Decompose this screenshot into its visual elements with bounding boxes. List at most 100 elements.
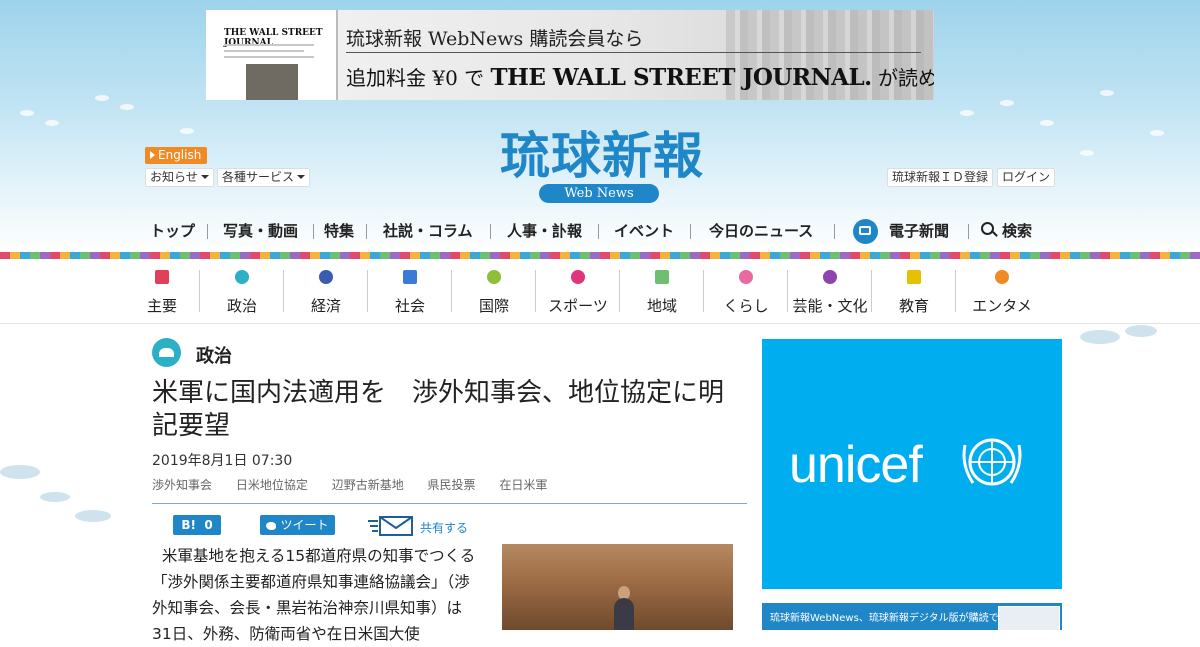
chart-icon [319,270,333,284]
nav-separator [834,224,835,239]
photo-person [614,598,634,630]
nav-event[interactable]: イベント [614,220,674,241]
hatena-icon: B! [181,518,196,532]
nav-top[interactable]: トップ [150,220,195,241]
category-label: くらし [723,297,769,315]
mail-icon[interactable] [368,516,414,536]
tweet-button[interactable]: ツイート [260,515,335,535]
wsj-banner-ad[interactable]: THE WALL STREET JOURNAL 琉球新報 WebNews 購読会… [206,10,934,100]
category-label: 教育 [898,297,929,315]
graduation-icon [907,270,921,284]
thumb-line [224,56,314,58]
fish-decoration [1000,100,1014,106]
category-item[interactable]: 政治 [200,262,284,320]
politics-icon [152,338,181,367]
house-icon [739,270,753,284]
device-screenshot [998,606,1060,630]
fish-decoration [1150,130,1164,136]
services-label: 各種サービス [222,170,295,184]
category-label: 政治 [226,297,257,315]
search-icon[interactable] [981,222,994,235]
id-register-button[interactable]: 琉球新報ＩＤ登録 [887,168,994,187]
nav-today-news[interactable]: 今日のニュース [709,220,813,241]
english-label: English [158,148,202,162]
article-divider [152,503,747,504]
unicef-wordmark: unicef [789,436,923,494]
services-dropdown[interactable]: 各種サービス [217,168,311,187]
tag-link[interactable]: 県民投票 [428,478,476,492]
category-item[interactable]: スポーツ [536,262,620,320]
article-body-text: 米軍基地を抱える15都道府県の知事でつくる「渉外関係主要都道府県知事連絡協議会」… [152,547,476,643]
play-icon [150,151,155,159]
tag-link[interactable]: 渉外知事会 [152,478,212,492]
fish-decoration [960,110,974,116]
tablet-icon[interactable] [853,219,878,244]
fish-decoration [45,120,59,126]
ad2-text: 琉球新報WebNews、琉球新報デジタル版が購読できる [770,613,1019,624]
article-headline: 米軍に国内法適用を 渉外知事会、地位協定に明記要望 [152,378,725,441]
wave-decoration [0,465,40,479]
runner-icon [571,270,585,284]
category-item[interactable]: エンタメ [956,262,1048,320]
tag-link[interactable]: 日米地位協定 [236,478,308,492]
category-item[interactable]: 地域 [620,262,704,320]
category-item[interactable]: 芸能・文化 [788,262,872,320]
nav-editorial[interactable]: 社説・コラム [383,220,473,241]
category-navigation: 主要 政治 経済 社会 国際 スポーツ 地域 くらし 芸能・文化 教育 エンタメ [124,262,1054,320]
nav-personnel[interactable]: 人事・訃報 [507,220,582,241]
login-button[interactable]: ログイン [997,168,1056,187]
nav-e-paper[interactable]: 電子新聞 [889,220,949,241]
nav-search[interactable]: 検索 [1002,220,1032,241]
banner-rule [346,52,921,53]
tag-link[interactable]: 在日米軍 [499,478,547,492]
article-body: 米軍基地を抱える15都道府県の知事でつくる「渉外関係主要都道府県知事連絡協議会」… [152,543,477,647]
banner-line2-suffix: が読める [878,66,934,90]
brush-icon [823,270,837,284]
category-item[interactable]: 教育 [872,262,956,320]
category-item[interactable]: くらし [704,262,788,320]
nav-separator [968,224,969,239]
category-label: スポーツ [548,297,608,315]
category-item[interactable]: 主要 [124,262,200,320]
category-item[interactable]: 国際 [452,262,536,320]
nav-separator [598,224,599,239]
fish-decoration [20,110,34,116]
newspaper-thumbnail: THE WALL STREET JOURNAL [206,10,338,100]
english-button[interactable]: English [145,147,207,164]
hatena-bookmark-button[interactable]: B! 0 [173,515,221,535]
parliament-icon [235,270,249,284]
fish-decoration [1080,150,1094,156]
unicef-ad[interactable]: unicef [762,339,1062,589]
fish-decoration [120,104,134,110]
site-logo[interactable]: 琉球新報 [452,116,752,188]
article-photo[interactable] [502,544,733,630]
nav-separator [313,224,314,239]
caret-down-icon [200,175,209,179]
flag-icon [155,270,169,284]
fish-decoration [1040,120,1054,126]
category-item[interactable]: 社会 [368,262,452,320]
category-label: 社会 [394,297,425,315]
tag-link[interactable]: 辺野古新基地 [332,478,404,492]
banner-wsj-brand: THE WALL STREET JOURNAL. [490,64,873,91]
fish-decoration [180,128,194,134]
nav-separator [490,224,491,239]
banner-line2-prefix: 追加料金 ¥0 で [346,66,485,90]
wave-decoration [1125,325,1157,337]
thumb-line [224,50,304,52]
tv-icon [995,270,1009,284]
fish-decoration [95,95,109,101]
category-item[interactable]: 経済 [284,262,368,320]
article-category[interactable]: 政治 [196,342,232,368]
banner-line1: 琉球新報 WebNews 購読会員なら [346,28,644,50]
webnews-subscribe-ad[interactable]: 琉球新報WebNews、琉球新報デジタル版が購読できる [762,603,1062,630]
category-label: 経済 [310,297,341,315]
share-label[interactable]: 共有する [420,519,468,536]
wave-decoration [75,510,111,522]
notice-dropdown[interactable]: お知らせ [145,168,214,187]
unicef-globe-icon [962,438,1022,486]
pin-icon [655,270,669,284]
people-icon [403,270,417,284]
nav-photo-video[interactable]: 写真・動画 [223,220,298,241]
nav-feature[interactable]: 特集 [324,220,354,241]
